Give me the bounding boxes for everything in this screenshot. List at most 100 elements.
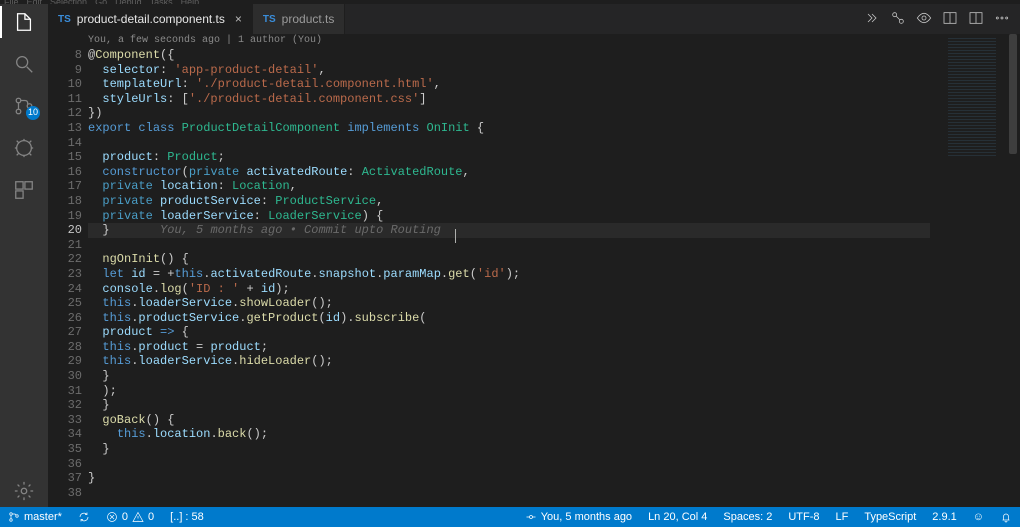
warning-icon [132,511,144,523]
code-line[interactable]: } [88,442,930,457]
compare-changes-icon[interactable] [890,10,906,29]
code-line[interactable] [88,486,930,501]
menu-selection[interactable]: Selection [50,0,87,4]
code-line[interactable]: } [88,369,930,384]
line-number: 33 [48,413,82,428]
tab-product[interactable]: TS product.ts [253,4,345,34]
status-branch[interactable]: master* [0,507,70,527]
status-feedback[interactable]: ☺ [965,511,992,523]
menu-go[interactable]: Go [95,0,107,4]
open-preview-icon[interactable] [916,10,932,29]
line-number: 38 [48,486,82,501]
source-control-icon[interactable]: 10 [12,94,36,118]
search-icon[interactable] [12,52,36,76]
tab-bar: TS product-detail.component.ts × TS prod… [48,4,1020,34]
explorer-icon[interactable] [12,10,36,34]
extensions-icon[interactable] [12,178,36,202]
code-area[interactable]: @Component({ selector: 'app-product-deta… [88,48,930,500]
code-line[interactable]: let id = +this.activatedRoute.snapshot.p… [88,267,930,282]
line-number: 17 [48,179,82,194]
status-notifications[interactable] [992,511,1020,523]
code-line[interactable]: } [88,398,930,413]
open-changes-icon[interactable] [942,10,958,29]
status-bar: master* 0 0 [..] : 58 You, 5 months ago … [0,507,1020,527]
status-encoding[interactable]: UTF-8 [780,511,827,523]
minimap[interactable] [942,34,1002,507]
menu-bar[interactable]: File Edit Selection Go Debug Tasks Help [0,0,1020,4]
status-extra[interactable]: [..] : 58 [162,507,212,527]
line-number: 18 [48,194,82,209]
code-line[interactable]: selector: 'app-product-detail', [88,63,930,78]
code-line[interactable]: export class ProductDetailComponent impl… [88,121,930,136]
commit-icon [525,511,537,523]
line-number: 31 [48,384,82,399]
debug-icon[interactable] [12,136,36,160]
code-line[interactable]: product => { [88,325,930,340]
line-gutter: 8910111213141516171819202122232425262728… [48,48,88,500]
line-number: 9 [48,63,82,78]
code-line[interactable]: ngOnInit() { [88,252,930,267]
tab-label: product-detail.component.ts [77,12,225,26]
code-line[interactable] [88,136,930,151]
code-line[interactable]: private loaderService: LoaderService) { [88,209,930,224]
line-number: 8 [48,48,82,63]
code-editor[interactable]: You, a few seconds ago | 1 author (You) … [48,34,1020,507]
typescript-icon: TS [263,14,276,25]
status-language[interactable]: TypeScript [856,511,924,523]
code-line[interactable] [88,238,930,253]
line-number: 16 [48,165,82,180]
line-number: 12 [48,106,82,121]
code-line[interactable]: this.location.back(); [88,427,930,442]
line-number: 28 [48,340,82,355]
scm-badge: 10 [26,106,40,120]
line-number: 35 [48,442,82,457]
settings-gear-icon[interactable] [12,483,36,507]
code-line[interactable]: private productService: ProductService, [88,194,930,209]
more-actions-icon[interactable] [994,10,1010,29]
menu-help[interactable]: Help [181,0,200,4]
line-number: 25 [48,296,82,311]
status-ts-version[interactable]: 2.9.1 [924,511,964,523]
line-number: 36 [48,457,82,472]
status-sync[interactable] [70,507,98,527]
menu-edit[interactable]: Edit [27,0,43,4]
code-line[interactable]: }) [88,106,930,121]
code-line[interactable]: templateUrl: './product-detail.component… [88,77,930,92]
code-line[interactable]: this.product = product; [88,340,930,355]
split-editor-icon[interactable] [968,10,984,29]
code-line[interactable]: product: Product; [88,150,930,165]
gitlens-icon[interactable] [864,10,880,29]
code-line[interactable]: goBack() { [88,413,930,428]
code-line[interactable]: constructor(private activatedRoute: Acti… [88,165,930,180]
code-line[interactable]: } You, 5 months ago • Commit upto Routin… [88,223,930,238]
line-number: 27 [48,325,82,340]
code-line[interactable]: this.productService.getProduct(id).subsc… [88,311,930,326]
bell-icon [1000,511,1012,523]
error-icon [106,511,118,523]
code-line[interactable]: this.loaderService.showLoader(); [88,296,930,311]
code-line[interactable]: styleUrls: ['./product-detail.component.… [88,92,930,107]
editor-actions [854,4,1020,34]
code-line[interactable]: ); [88,384,930,399]
tab-product-detail-component[interactable]: TS product-detail.component.ts × [48,4,253,34]
status-blame[interactable]: You, 5 months ago [517,511,640,523]
status-ln-col[interactable]: Ln 20, Col 4 [640,511,715,523]
close-icon[interactable]: × [235,12,242,26]
code-line[interactable]: } [88,471,930,486]
code-line[interactable]: @Component({ [88,48,930,63]
line-number: 14 [48,136,82,151]
menu-debug[interactable]: Debug [115,0,142,4]
menu-file[interactable]: File [4,0,19,4]
code-line[interactable]: private location: Location, [88,179,930,194]
code-line[interactable]: this.loaderService.hideLoader(); [88,354,930,369]
code-line[interactable] [88,457,930,472]
line-number: 32 [48,398,82,413]
line-number: 24 [48,282,82,297]
scrollbar-vertical[interactable] [1006,34,1020,507]
status-problems[interactable]: 0 0 [98,507,162,527]
line-number: 11 [48,92,82,107]
status-indent[interactable]: Spaces: 2 [715,511,780,523]
code-line[interactable]: console.log('ID : ' + id); [88,282,930,297]
menu-tasks[interactable]: Tasks [150,0,173,4]
status-eol[interactable]: LF [827,511,856,523]
